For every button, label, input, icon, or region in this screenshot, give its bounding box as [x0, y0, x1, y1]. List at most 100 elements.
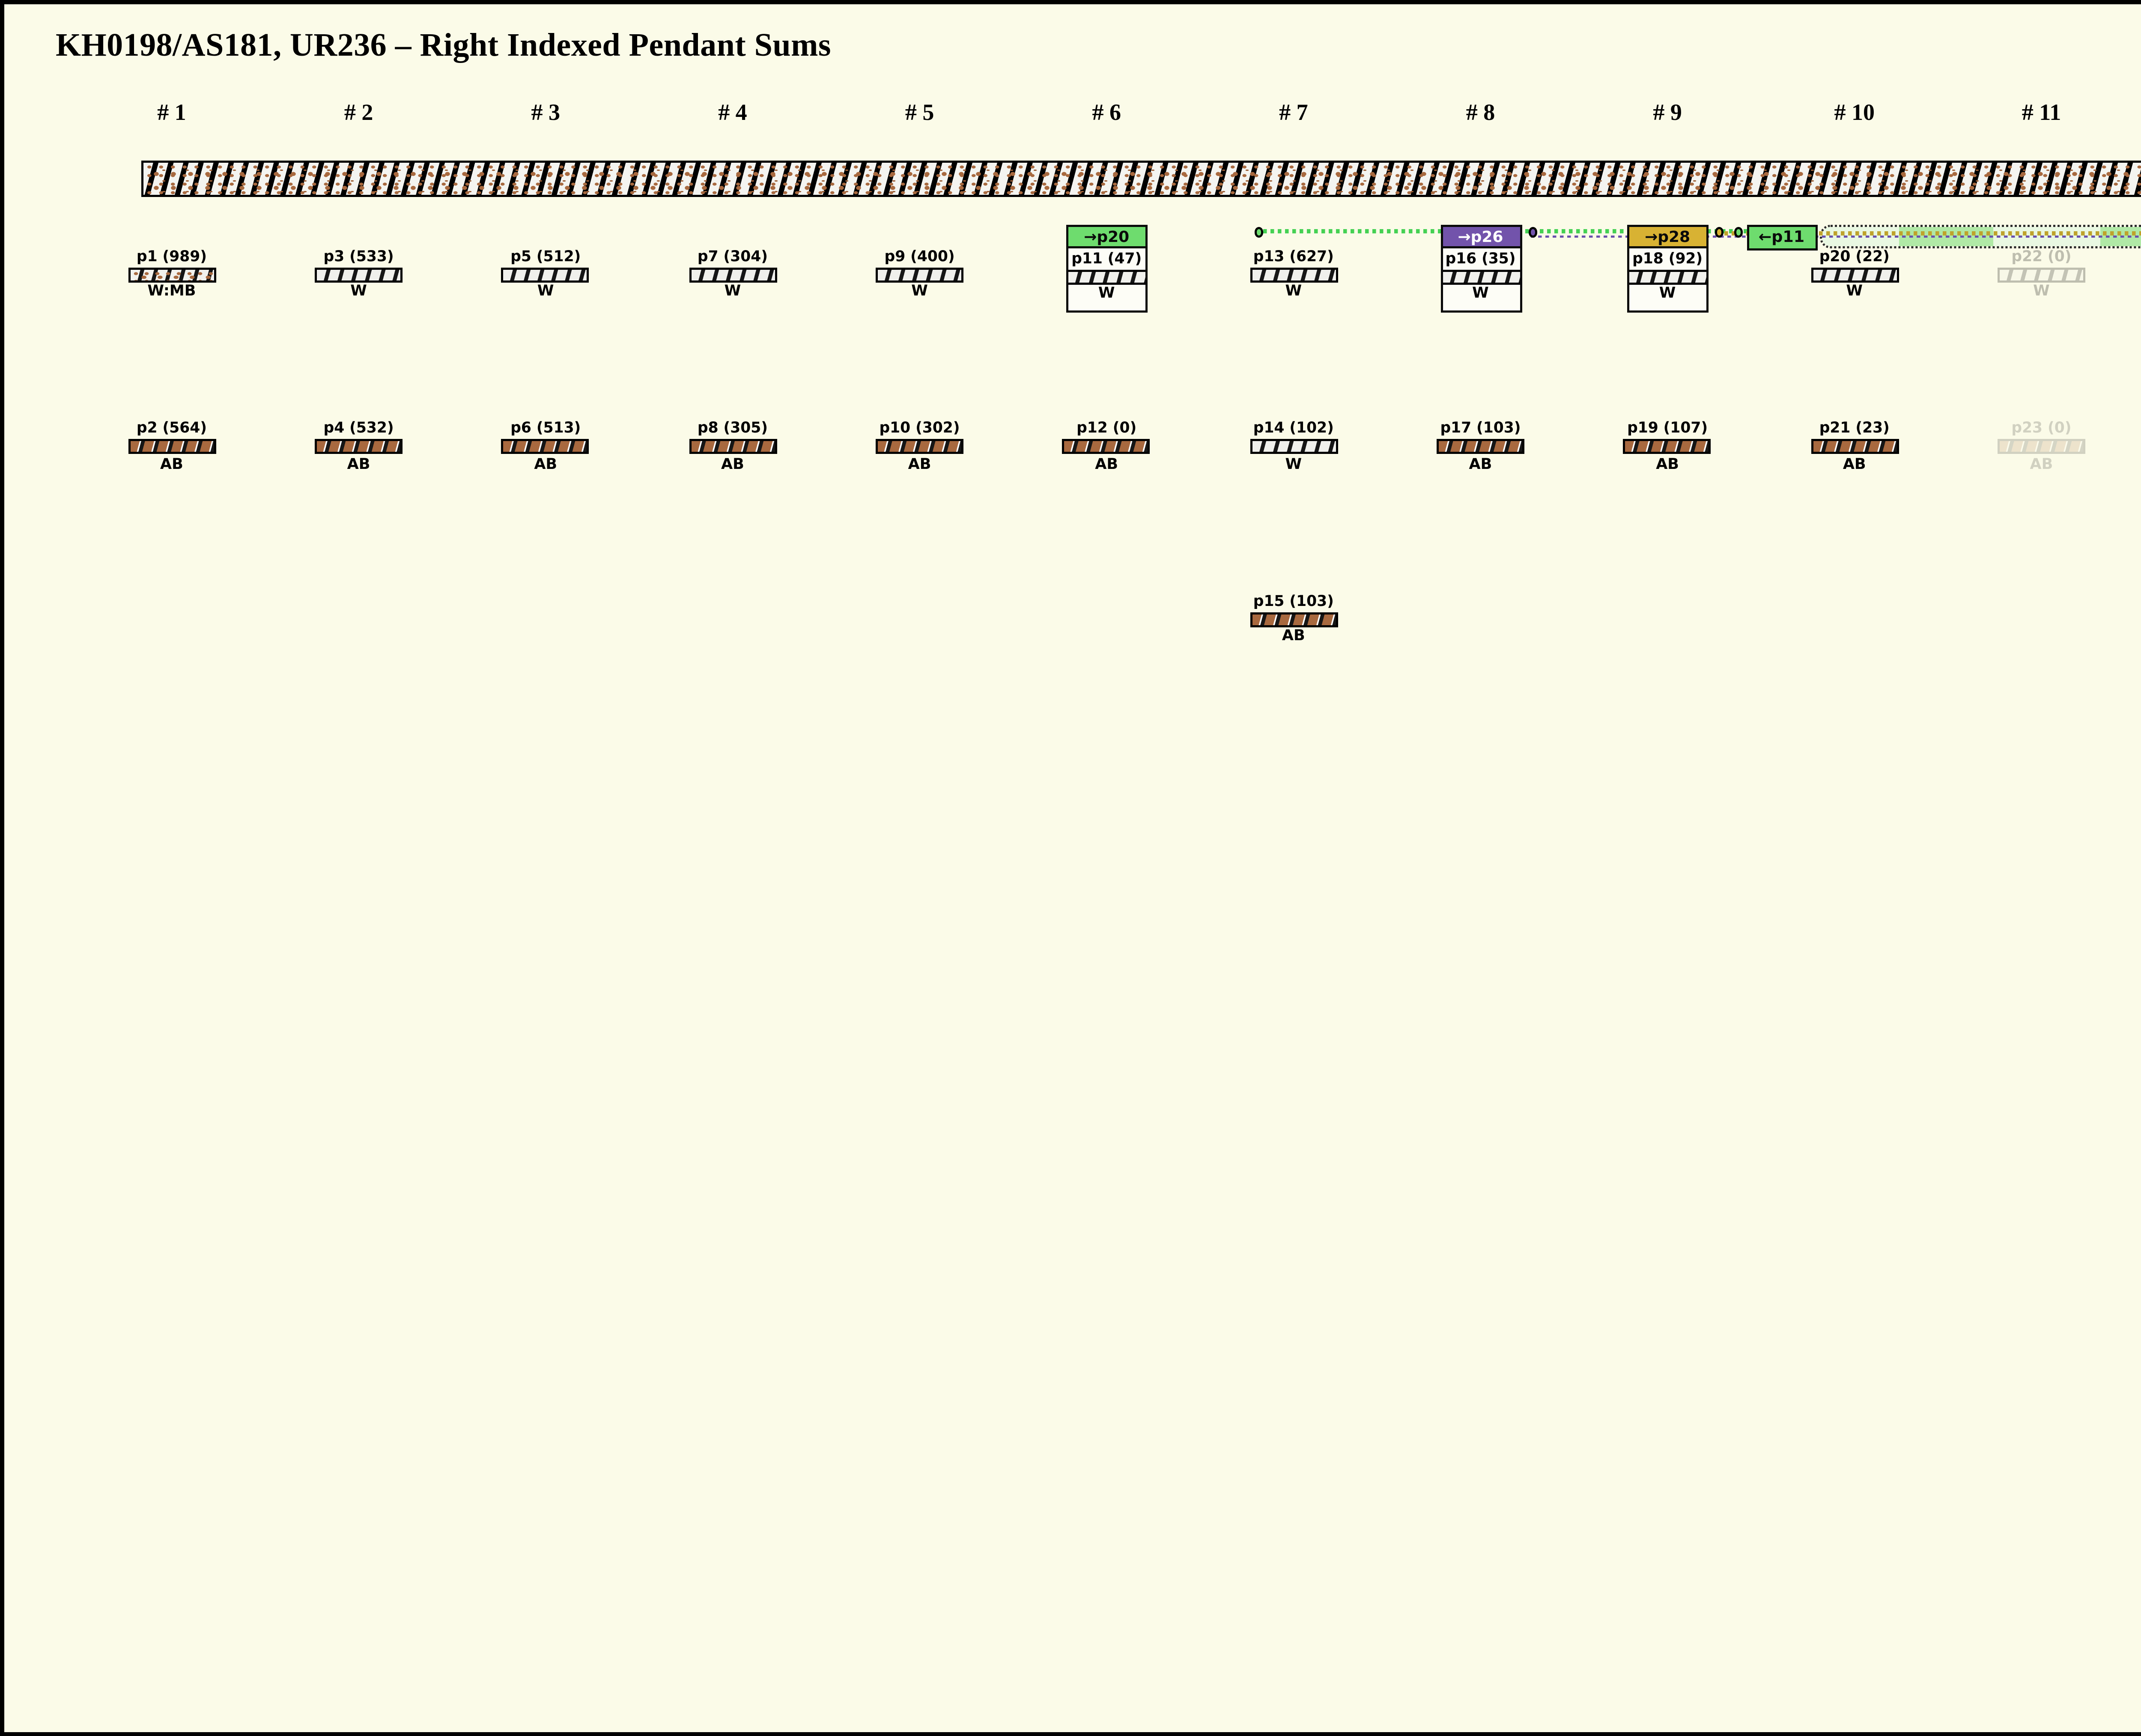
pendant-label: p21 (23) [1810, 422, 1898, 438]
cord-color-label: W [1629, 287, 1706, 303]
pendant-bar [502, 439, 590, 454]
column-header: # 7 [1229, 101, 1358, 127]
cord-color-label: AB [876, 458, 963, 474]
cord-color-label: W [1442, 287, 1519, 303]
pendant: p21 (23) AB [1810, 422, 1898, 474]
pendant: p14 (102) W [1249, 422, 1337, 474]
pendant-bar [689, 439, 776, 454]
pendant-label: p2 (564) [128, 422, 215, 438]
pendant: p3 (533)W [315, 250, 403, 301]
pendant-bar [315, 439, 403, 454]
sum-source-box: →p20 p11 (47) W [1066, 224, 1147, 312]
pendant-bar [876, 439, 963, 454]
pendant-bar [1249, 439, 1337, 454]
pendant-label: p10 (302) [876, 422, 963, 438]
pendant: p11 (47) W [1068, 252, 1145, 303]
sum-target-box: ←p11 [1746, 224, 1817, 251]
pendant-bar [315, 267, 403, 283]
cord-color-label: AB [128, 458, 215, 474]
pendant-label: p15 (103) [1249, 595, 1337, 611]
pendant-bar [1624, 439, 1712, 454]
pendant-bar [1249, 612, 1337, 627]
pendant-bar [1810, 439, 1898, 454]
pendant: p22 (0) W [1998, 250, 2085, 301]
pendant: p4 (532) AB [315, 422, 403, 474]
pendant-bar [128, 439, 215, 454]
connector-endpoint-dot [1254, 228, 1263, 238]
pendant-label: p4 (532) [315, 422, 403, 438]
pendant: p9 (400) W [876, 250, 963, 301]
sum-box-header: →p26 [1442, 227, 1519, 249]
pendant: p5 (512)W [502, 250, 590, 301]
pendant: p16 (35) W [1442, 252, 1519, 303]
pendant-label: p11 (47) [1068, 252, 1145, 268]
pendant-label: p3 (533) [315, 250, 403, 266]
pendant-label: p8 (305) [689, 422, 776, 438]
pendant-bar [1810, 267, 1898, 283]
pendant-label: p5 (512) [502, 250, 590, 266]
pendant-bar [1437, 439, 1524, 454]
pendant-label: p16 (35) [1442, 252, 1519, 268]
cord-color-label: W:MB [128, 286, 215, 301]
cord-color-label: AB [689, 458, 776, 474]
cord-color-label: AB [1810, 458, 1898, 474]
khipu-pendant-sum-diagram: KH0198/AS181, UR236 – Right Indexed Pend… [0, 0, 2141, 1736]
sum-source-box: →p26 p16 (35) W [1440, 224, 1521, 312]
cord-color-label: W [1998, 286, 2085, 301]
pendant-label: p22 (0) [1998, 250, 2085, 266]
pendant: p19 (107) AB [1624, 422, 1712, 474]
cord-color-label: W [1249, 458, 1337, 474]
pendant-label: p14 (102) [1249, 422, 1337, 438]
pendant-label: p19 (107) [1624, 422, 1712, 438]
pendant: p2 (564) AB [128, 422, 215, 474]
pendant-bar [1249, 267, 1337, 283]
column-header: # 5 [856, 101, 984, 127]
cord-color-label: AB [1437, 458, 1524, 474]
pendant: p17 (103)AB [1437, 422, 1524, 474]
cord-color-label: W [1249, 286, 1337, 301]
pendant-label: p1 (989) [128, 250, 215, 266]
pendant-label: p12 (0) [1063, 422, 1151, 438]
cord-color-label: AB [1063, 458, 1151, 474]
pendant-label: p9 (400) [876, 250, 963, 266]
pendant: p15 (103) AB [1249, 595, 1337, 646]
pendant-bar [876, 267, 963, 283]
pendant-label: p18 (92) [1629, 252, 1706, 268]
pendant: p20 (22)W [1810, 250, 1898, 301]
column-header: # 6 [1042, 101, 1171, 127]
column-header: # 2 [295, 101, 423, 127]
cord-color-label: AB [502, 458, 590, 474]
primary-cord-bar [140, 161, 2141, 198]
pendant: p12 (0) AB [1063, 422, 1151, 474]
pendant: p7 (304)W [689, 250, 776, 301]
sum-box-header: →p28 [1629, 227, 1706, 249]
column-header: # 9 [1603, 101, 1732, 127]
pendant: p18 (92) W [1629, 252, 1706, 303]
sum-box-header: →p20 [1068, 227, 1145, 249]
cord-color-label: AB [1249, 630, 1337, 646]
pendant-label: p6 (513) [502, 422, 590, 438]
column-header: # 8 [1416, 101, 1545, 127]
cord-color-label: AB [1624, 458, 1712, 474]
cord-color-label: AB [315, 458, 403, 474]
pendant-bar [1998, 439, 2085, 454]
page-title: KH0198/AS181, UR236 – Right Indexed Pend… [56, 28, 831, 66]
pendant-label: p20 (22) [1810, 250, 1898, 266]
pendant: p1 (989) W:MB [128, 250, 215, 301]
cord-color-label: W [689, 286, 776, 301]
cord-color-label: W [876, 286, 963, 301]
pendant: p10 (302) AB [876, 422, 963, 474]
pendant-bar [1063, 439, 1151, 454]
sum-source-box: →p28 p18 (92) W [1627, 224, 1708, 312]
pendant-bar [1068, 269, 1145, 284]
pendant-bar [1629, 269, 1706, 284]
cord-color-label: AB [1998, 458, 2085, 474]
pendant-bar [128, 267, 215, 283]
pendant-bar [1998, 267, 2085, 283]
cord-color-label: W [1068, 287, 1145, 303]
pendant: p23 (0) AB [1998, 422, 2085, 474]
pendant-label: p23 (0) [1998, 422, 2085, 438]
column-header: # 11 [1977, 101, 2106, 127]
column-header: # 4 [668, 101, 797, 127]
column-header: # 1 [107, 101, 236, 127]
